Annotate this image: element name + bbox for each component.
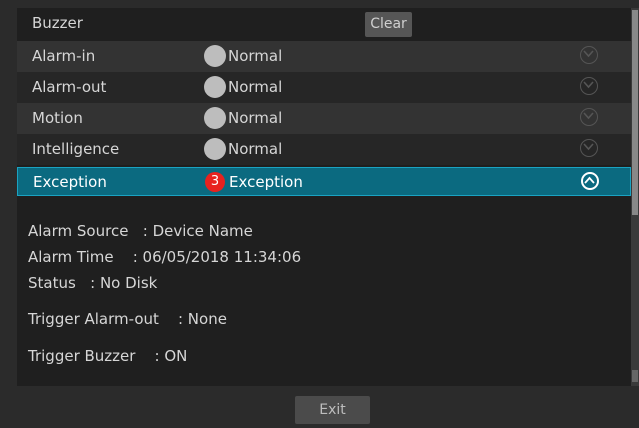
status-line: Status : No Disk bbox=[28, 274, 157, 292]
footer: Exit bbox=[0, 386, 639, 428]
chevron-down-icon[interactable] bbox=[580, 108, 598, 126]
alarm-row-status: Normal bbox=[228, 47, 283, 65]
alarm-time-line: Alarm Time : 06/05/2018 11:34:06 bbox=[28, 248, 301, 266]
status-key: Status bbox=[28, 274, 76, 292]
chevron-down-icon[interactable] bbox=[580, 77, 598, 95]
alarm-source-line: Alarm Source : Device Name bbox=[28, 222, 253, 240]
buzzer-row: Buzzer Clear bbox=[17, 8, 631, 41]
alarm-row-status: Normal bbox=[228, 140, 283, 158]
alarm-status-window: Buzzer Clear Alarm-in Normal Alarm-out N… bbox=[0, 0, 639, 428]
alarm-row-status: Normal bbox=[228, 78, 283, 96]
trigger-buzzer-line: Trigger Buzzer : ON bbox=[28, 347, 187, 365]
alarm-row-label: Alarm-in bbox=[32, 47, 96, 65]
status-circle-icon bbox=[204, 138, 226, 160]
alarm-row-intelligence[interactable]: Intelligence Normal bbox=[17, 134, 631, 165]
status-circle-icon bbox=[204, 76, 226, 98]
buzzer-label: Buzzer bbox=[32, 14, 83, 32]
chevron-down-icon[interactable] bbox=[580, 139, 598, 157]
alarm-row-status: Normal bbox=[228, 109, 283, 127]
status-circle-icon bbox=[204, 107, 226, 129]
alarm-row-label: Exception bbox=[33, 173, 107, 191]
alarm-row-label: Alarm-out bbox=[32, 78, 107, 96]
exit-button[interactable]: Exit bbox=[295, 396, 370, 424]
trigger-alarm-out-key: Trigger Alarm-out bbox=[28, 310, 159, 328]
alarm-row-alarm-out[interactable]: Alarm-out Normal bbox=[17, 72, 631, 103]
trigger-buzzer-key: Trigger Buzzer bbox=[28, 347, 136, 365]
alarm-list-panel: Buzzer Clear Alarm-in Normal Alarm-out N… bbox=[17, 8, 631, 386]
scroll-down-arrow-icon[interactable] bbox=[632, 370, 638, 382]
alarm-time-key: Alarm Time bbox=[28, 248, 114, 266]
alarm-count-badge: 3 bbox=[205, 172, 225, 192]
alarm-source-value: : Device Name bbox=[142, 222, 253, 240]
alarm-row-status: Exception bbox=[229, 173, 303, 191]
status-value: : No Disk bbox=[90, 274, 158, 292]
clear-button[interactable]: Clear bbox=[365, 12, 412, 37]
alarm-row-label: Motion bbox=[32, 109, 83, 127]
scroll-thumb[interactable] bbox=[632, 10, 638, 215]
chevron-up-icon[interactable] bbox=[581, 172, 599, 190]
alarm-time-value: : 06/05/2018 11:34:06 bbox=[132, 248, 302, 266]
chevron-down-icon[interactable] bbox=[580, 46, 598, 64]
status-circle-icon bbox=[204, 45, 226, 67]
alarm-row-label: Intelligence bbox=[32, 140, 120, 158]
alarm-row-alarm-in[interactable]: Alarm-in Normal bbox=[17, 41, 631, 72]
alarm-row-motion[interactable]: Motion Normal bbox=[17, 103, 631, 134]
trigger-alarm-out-line: Trigger Alarm-out : None bbox=[28, 310, 227, 328]
alarm-source-key: Alarm Source bbox=[28, 222, 129, 240]
trigger-buzzer-value: : ON bbox=[154, 347, 188, 365]
vertical-scrollbar[interactable] bbox=[631, 8, 639, 386]
trigger-alarm-out-value: : None bbox=[177, 310, 227, 328]
alarm-row-exception[interactable]: Exception 3 Exception bbox=[17, 167, 631, 196]
